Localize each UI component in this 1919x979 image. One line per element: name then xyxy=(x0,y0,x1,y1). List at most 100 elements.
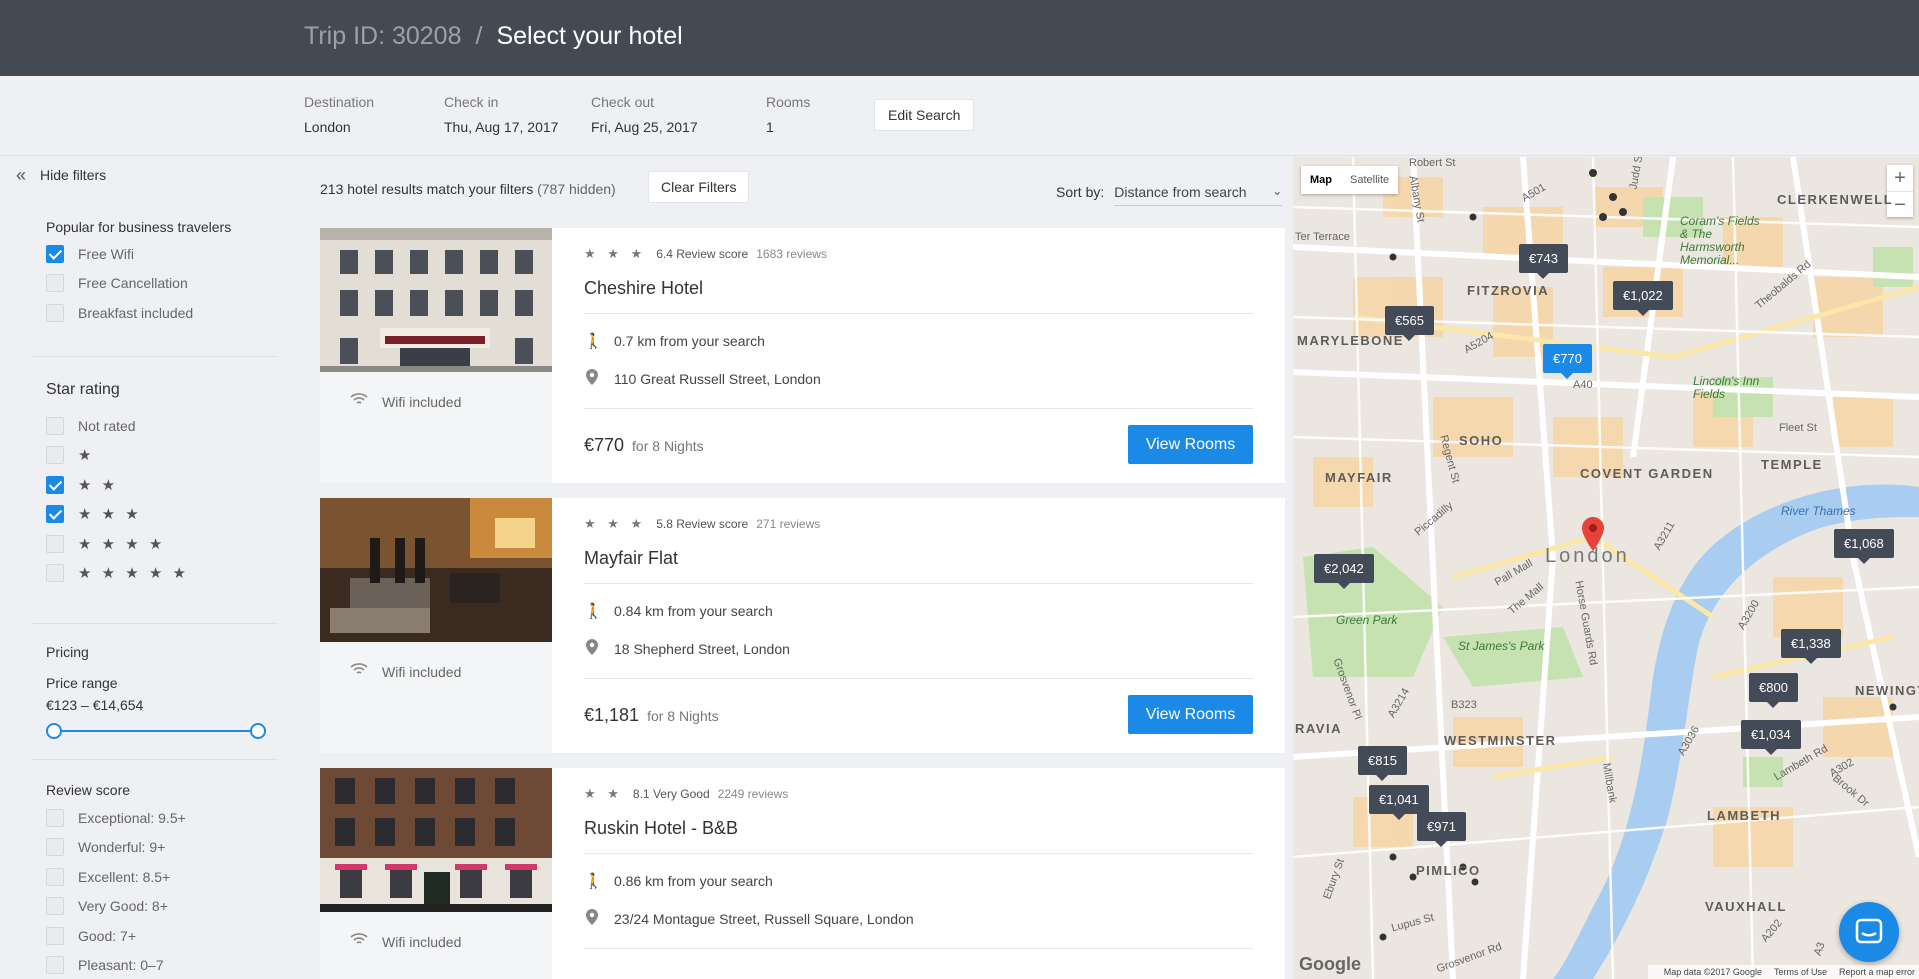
map-price-pin[interactable]: €815 xyxy=(1358,746,1407,781)
map-price-pin[interactable]: €2,042 xyxy=(1314,554,1374,589)
map-price-pin[interactable]: €971 xyxy=(1417,812,1466,847)
slider-max-handle[interactable] xyxy=(250,723,266,739)
search-summary: Destination London Check in Thu, Aug 17,… xyxy=(0,76,1919,156)
hide-filters-label: Hide filters xyxy=(40,167,107,183)
checkbox[interactable] xyxy=(46,867,64,886)
hotel-details: ★ ★ ★ 5.8 Review score 271 reviews Mayfa… xyxy=(552,498,1285,753)
filter-good[interactable]: Good: 7+ xyxy=(46,921,278,951)
wifi-label: Wifi included xyxy=(382,663,462,680)
map-park-label: Lincoln's Inn Fields xyxy=(1693,374,1760,401)
rooms-label: Rooms xyxy=(766,94,811,110)
sort-select[interactable]: Distance from search ⌄ xyxy=(1114,184,1283,206)
filter-5-stars[interactable]: ★ ★ ★ ★ ★ xyxy=(46,559,278,589)
checkbox[interactable] xyxy=(46,808,64,827)
filter-excellent[interactable]: Excellent: 8.5+ xyxy=(46,862,278,892)
map-type-satellite[interactable]: Satellite xyxy=(1341,166,1398,194)
terms-link[interactable]: Terms of Use xyxy=(1774,967,1827,977)
map-price-pin[interactable]: €565 xyxy=(1385,306,1434,341)
top-bar: Trip ID: 30208 / Select your hotel xyxy=(0,0,1919,76)
sort-value: Distance from search xyxy=(1114,184,1247,200)
report-error-link[interactable]: Report a map error xyxy=(1839,967,1915,977)
filter-not-rated[interactable]: Not rated xyxy=(46,411,278,441)
filter-1-star[interactable]: ★ xyxy=(46,441,278,471)
view-rooms-button[interactable]: View Rooms xyxy=(1128,425,1253,464)
destination-value: London xyxy=(304,119,351,135)
hotel-photo-image xyxy=(320,768,552,912)
map-canvas[interactable] xyxy=(1293,157,1919,979)
hotel-card[interactable]: Wifi included ★ ★ 8.1 Very Good 2249 rev… xyxy=(320,768,1285,979)
view-rooms-button[interactable]: View Rooms xyxy=(1128,695,1253,734)
divider xyxy=(584,853,1253,854)
hotel-distance: 🚶 0.86 km from your search xyxy=(584,872,773,890)
slider-min-handle[interactable] xyxy=(46,723,62,739)
checkbox[interactable] xyxy=(46,838,64,857)
map-price-pin[interactable]: €1,068 xyxy=(1834,529,1894,564)
filter-pleasant[interactable]: Pleasant: 0–7 xyxy=(46,951,278,979)
map-park-label: Coram's Fields & The Harmsworth Memorial… xyxy=(1680,214,1760,267)
checkbox[interactable] xyxy=(46,926,64,945)
map-price-pin[interactable]: €1,022 xyxy=(1613,281,1673,316)
search-location-marker-icon[interactable] xyxy=(1582,517,1604,551)
filter-label: Free Cancellation xyxy=(78,275,188,292)
wifi-icon xyxy=(350,932,370,951)
checkbox[interactable] xyxy=(46,475,64,494)
checkbox[interactable] xyxy=(46,303,64,322)
checkbox[interactable] xyxy=(46,564,64,583)
hotel-photo[interactable] xyxy=(320,768,552,912)
hotel-map[interactable]: Map Satellite + − FITZROVIA MARYLEBONE S… xyxy=(1293,157,1919,979)
hotel-stars: ★ ★ xyxy=(584,786,623,801)
filter-4-stars[interactable]: ★ ★ ★ ★ xyxy=(46,529,278,559)
zoom-in-button[interactable]: + xyxy=(1887,165,1913,191)
map-price-pin[interactable]: €1,034 xyxy=(1741,720,1801,755)
hotel-card[interactable]: Wifi included ★ ★ ★ 5.8 Review score 271… xyxy=(320,498,1285,753)
map-area-label: SOHO xyxy=(1459,433,1504,448)
checkbox[interactable] xyxy=(46,534,64,553)
filter-exceptional[interactable]: Exceptional: 9.5+ xyxy=(46,803,278,833)
filter-free-cancellation[interactable]: Free Cancellation xyxy=(46,269,278,299)
hotel-photo[interactable] xyxy=(320,498,552,642)
destination-field: Destination London xyxy=(304,94,374,135)
review-score-title: Review score xyxy=(46,782,131,798)
checkbox[interactable] xyxy=(46,956,64,975)
map-price-pin[interactable]: €800 xyxy=(1749,673,1798,708)
map-area-label: MARYLEBONE xyxy=(1297,333,1404,348)
map-price-pin[interactable]: €1,041 xyxy=(1369,785,1429,820)
filter-free-wifi[interactable]: Free Wifi xyxy=(46,239,278,269)
checkbox[interactable] xyxy=(46,274,64,293)
edit-search-button[interactable]: Edit Search xyxy=(874,99,975,131)
review-score: 6.4 Review score xyxy=(656,247,749,261)
checkbox[interactable] xyxy=(46,446,64,465)
hotel-card[interactable]: Wifi included ★ ★ ★ 6.4 Review score 168… xyxy=(320,228,1285,483)
filter-3-stars[interactable]: ★ ★ ★ xyxy=(46,500,278,530)
filter-label: Good: 7+ xyxy=(78,927,136,944)
price-range-slider[interactable] xyxy=(46,723,266,739)
checkbox[interactable] xyxy=(46,505,64,524)
map-area-label: NEWINGTON xyxy=(1855,683,1919,698)
hide-filters-toggle[interactable]: « Hide filters xyxy=(16,166,107,184)
divider xyxy=(32,623,278,624)
trip-id[interactable]: Trip ID: 30208 xyxy=(304,22,461,50)
wifi-label: Wifi included xyxy=(382,393,462,410)
checkbox[interactable] xyxy=(46,416,64,435)
map-type-map[interactable]: Map xyxy=(1301,166,1341,194)
map-price-pin[interactable]: €743 xyxy=(1519,244,1568,279)
chat-launcher-button[interactable] xyxy=(1839,902,1899,962)
filter-label: Breakfast included xyxy=(78,304,194,321)
filter-2-stars[interactable]: ★ ★ xyxy=(46,470,278,500)
filter-very-good[interactable]: Very Good: 8+ xyxy=(46,892,278,922)
hotel-photo-image xyxy=(320,228,552,372)
hotel-name[interactable]: Mayfair Flat xyxy=(584,548,678,569)
clear-filters-button[interactable]: Clear Filters xyxy=(648,171,750,203)
walking-icon: 🚶 xyxy=(584,873,603,890)
map-price-pin[interactable]: €1,338 xyxy=(1781,629,1841,664)
map-price-pin-selected[interactable]: €770 xyxy=(1543,344,1592,379)
checkbox[interactable] xyxy=(46,897,64,916)
filter-wonderful[interactable]: Wonderful: 9+ xyxy=(46,833,278,863)
hotel-name[interactable]: Cheshire Hotel xyxy=(584,278,703,299)
hotel-rating: ★ ★ 8.1 Very Good 2249 reviews xyxy=(584,786,788,802)
hotel-name[interactable]: Ruskin Hotel - B&B xyxy=(584,818,738,839)
checkbox[interactable] xyxy=(46,244,64,263)
hotel-photo[interactable] xyxy=(320,228,552,372)
distance-text: 0.7 km from your search xyxy=(614,333,765,349)
filter-breakfast-included[interactable]: Breakfast included xyxy=(46,298,278,328)
